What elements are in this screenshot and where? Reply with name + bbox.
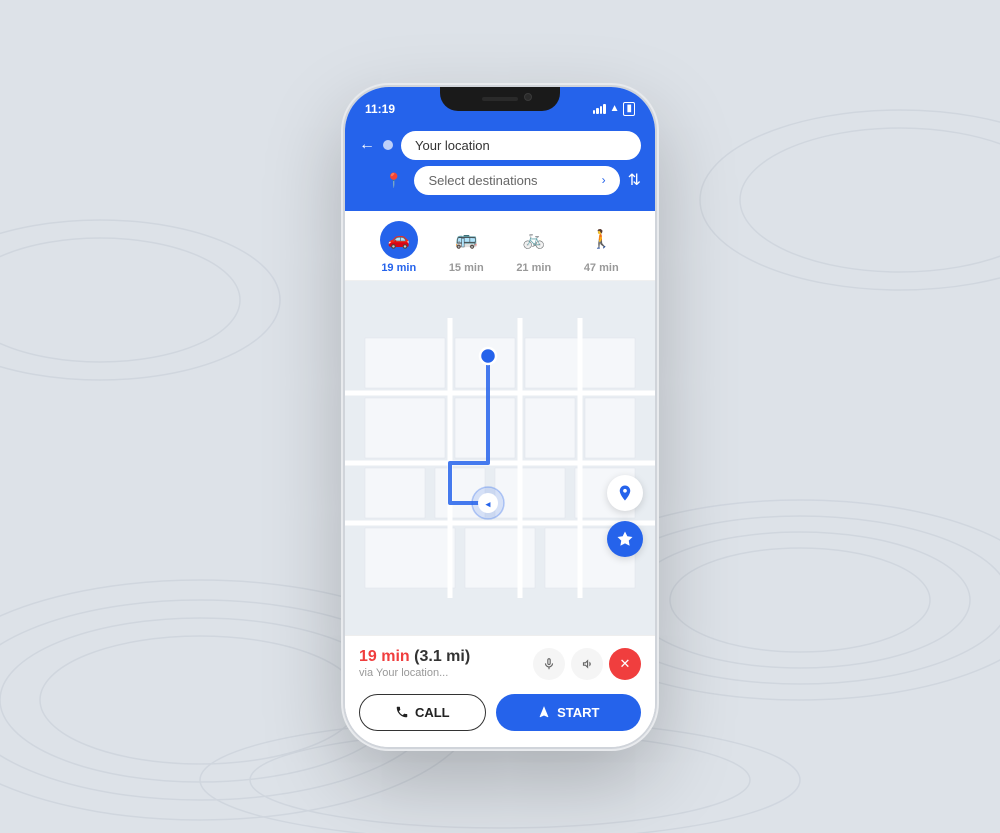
camera [524,93,532,101]
phone-shell: 11:19 ▲ ▮ ← Your location 📍 Select desti… [345,87,655,747]
bus-icon: 🚌 [447,221,485,259]
status-time: 11:19 [365,102,395,116]
trip-controls: ✕ [533,648,641,680]
bike-time: 21 min [516,262,551,274]
start-label: START [557,705,599,720]
trip-info: 19 min (3.1 mi) via Your location... [345,636,655,688]
transport-car[interactable]: 🚗 19 min [380,221,418,274]
status-icons: ▲ ▮ [593,102,635,116]
trip-time: 19 min [359,648,410,665]
destination-placeholder: Select destinations [428,173,537,188]
notch [440,87,560,111]
transport-walk[interactable]: 🚶 47 min [582,221,620,274]
trip-details: 19 min (3.1 mi) via Your location... [359,648,525,679]
svg-text:◂: ◂ [485,499,491,509]
call-button[interactable]: CALL [359,694,486,731]
trip-via: via Your location... [359,667,525,679]
navigation-header: ← Your location 📍 Select destinations › … [345,123,655,211]
walk-icon: 🚶 [582,221,620,259]
volume-button[interactable] [571,648,603,680]
walk-time: 47 min [584,262,619,274]
back-button[interactable]: ← [359,136,375,154]
trip-time-distance: 19 min (3.1 mi) [359,648,525,666]
destination-pin-icon: 📍 [385,172,402,189]
wifi-icon: ▲ [610,103,620,114]
close-button[interactable]: ✕ [609,648,641,680]
speaker [482,97,518,101]
action-row: CALL START [345,688,655,747]
microphone-button[interactable] [533,648,565,680]
destination-input[interactable]: Select destinations › [414,166,619,195]
origin-dot [383,140,393,150]
your-location-input[interactable]: Your location [401,131,641,160]
car-time: 19 min [381,262,416,274]
car-icon: 🚗 [380,221,418,259]
bus-time: 15 min [449,262,484,274]
transport-bike[interactable]: 🚲 21 min [515,221,553,274]
battery-icon: ▮ [623,102,635,116]
start-button[interactable]: START [496,694,641,731]
my-location-button[interactable] [607,475,643,511]
close-icon: ✕ [620,656,631,672]
chevron-right-icon: › [602,173,606,187]
transport-bus[interactable]: 🚌 15 min [447,221,485,274]
swap-button[interactable]: ⇅ [628,170,641,190]
compass-button[interactable] [607,521,643,557]
signal-icon [593,104,606,114]
map-area[interactable]: ◂ [345,281,655,635]
bottom-panel: 19 min (3.1 mi) via Your location... [345,635,655,747]
call-label: CALL [415,705,450,720]
bike-icon: 🚲 [515,221,553,259]
transport-bar: 🚗 19 min 🚌 15 min 🚲 21 min 🚶 47 min [345,211,655,281]
trip-distance: (3.1 mi) [414,648,470,665]
